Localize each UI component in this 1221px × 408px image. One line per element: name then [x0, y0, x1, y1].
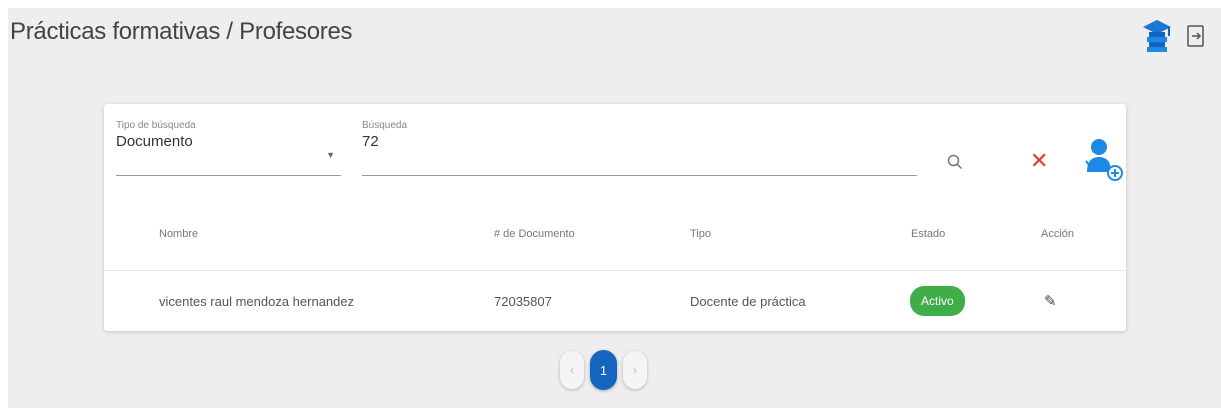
clear-search-icon[interactable]: ✕	[1030, 150, 1048, 172]
top-toolbar	[1141, 18, 1207, 54]
search-type-value: Documento	[116, 133, 193, 150]
logout-icon[interactable]	[1187, 25, 1207, 47]
search-icon[interactable]	[947, 154, 963, 175]
search-type-select[interactable]: Tipo de búsqueda Documento ▼	[116, 120, 341, 176]
row-name: vicentes raul mendoza hernandez	[159, 294, 355, 309]
search-input-value[interactable]: 72	[362, 133, 917, 150]
search-input[interactable]: Búsqueda 72	[362, 120, 917, 176]
search-type-label: Tipo de búsqueda	[116, 120, 196, 131]
search-input-underline	[362, 175, 917, 176]
search-type-underline	[116, 175, 341, 176]
search-input-label: Búsqueda	[362, 120, 408, 131]
column-status-header[interactable]: Estado	[911, 228, 945, 240]
column-document-header[interactable]: # de Documento	[494, 228, 575, 240]
graduation-cap-icon[interactable]	[1141, 18, 1173, 54]
page-title: Prácticas formativas / Profesores	[10, 18, 353, 45]
row-document: 72035807	[494, 294, 552, 309]
row-type: Docente de práctica	[690, 294, 806, 309]
pagination: ‹ 1 ›	[560, 350, 647, 390]
previous-page-button[interactable]: ‹	[560, 351, 584, 389]
dropdown-arrow-icon[interactable]: ▼	[326, 150, 335, 160]
edit-pencil-icon[interactable]: ✎	[1044, 292, 1057, 310]
status-badge[interactable]: Activo	[910, 286, 965, 316]
page-1-button[interactable]: 1	[590, 350, 617, 390]
search-card: Tipo de búsqueda Documento ▼ Búsqueda 72…	[104, 104, 1126, 331]
column-name-header[interactable]: Nombre	[159, 228, 198, 240]
column-action-header: Acción	[1041, 228, 1075, 240]
column-type-header[interactable]: Tipo	[690, 228, 711, 240]
table-divider	[104, 270, 1126, 271]
next-page-button[interactable]: ›	[623, 351, 647, 389]
add-professor-icon[interactable]	[1082, 136, 1124, 187]
